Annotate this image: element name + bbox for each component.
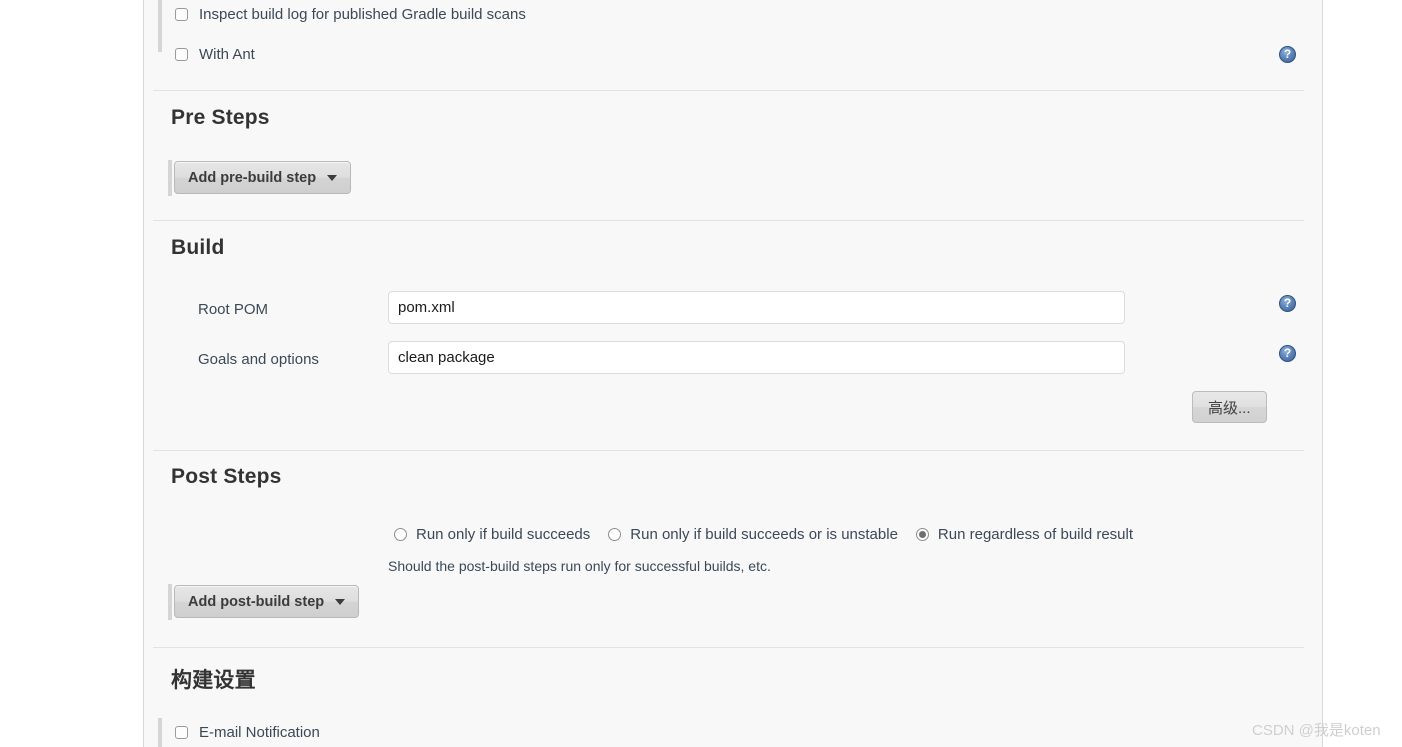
checkbox-with-ant[interactable] — [175, 48, 188, 61]
checkbox-label-gradle-scans: Inspect build log for published Gradle b… — [199, 6, 526, 23]
chevron-down-icon — [335, 598, 346, 605]
section-divider-pre-steps — [153, 90, 1304, 91]
help-icon-root-pom[interactable] — [1279, 295, 1296, 312]
section-heading-pre-steps: Pre Steps — [171, 106, 270, 129]
section-heading-build: Build — [171, 236, 225, 259]
radio-item-run-if-succeeds[interactable]: Run only if build succeeds — [394, 526, 590, 543]
block-marker-build-settings — [158, 718, 162, 747]
advanced-button-label: 高级... — [1208, 399, 1251, 417]
add-pre-build-step-button[interactable]: Add pre-build step — [174, 161, 352, 194]
field-label-root-pom: Root POM — [198, 301, 269, 318]
root-pom-input[interactable] — [388, 291, 1125, 324]
post-build-run-condition-group[interactable]: Run only if build succeeds Run only if b… — [394, 526, 1133, 543]
screenshot-root: Inspect build log for published Gradle b… — [0, 0, 1402, 747]
checkbox-row-email-notification[interactable]: E-mail Notification — [175, 724, 320, 741]
radio-label-run-if-succeeds-or-unstable: Run only if build succeeds or is unstabl… — [630, 526, 898, 543]
section-divider-build — [153, 220, 1304, 221]
add-post-build-step-label: Add post-build step — [188, 593, 325, 610]
section-heading-build-settings: 构建设置 — [171, 669, 256, 692]
watermark: CSDN @我是koten — [1252, 722, 1381, 739]
section-divider-post-steps — [153, 450, 1304, 451]
radio-label-run-if-succeeds: Run only if build succeeds — [416, 526, 591, 543]
checkbox-gradle-scans[interactable] — [175, 8, 188, 21]
section-heading-post-steps: Post Steps — [171, 465, 282, 488]
radio-run-if-succeeds[interactable] — [394, 528, 407, 541]
advanced-button[interactable]: 高级... — [1192, 391, 1267, 423]
block-marker-pre-steps — [168, 160, 172, 196]
job-config-panel: Inspect build log for published Gradle b… — [143, 0, 1323, 747]
help-icon-goals-options[interactable] — [1279, 345, 1296, 362]
help-icon-with-ant[interactable] — [1279, 46, 1296, 63]
block-marker-post-steps — [168, 584, 172, 620]
chevron-down-icon — [327, 174, 338, 181]
radio-label-run-regardless: Run regardless of build result — [937, 526, 1134, 543]
block-marker-top — [158, 0, 162, 52]
section-divider-build-settings — [153, 647, 1304, 648]
radio-item-run-if-succeeds-or-unstable[interactable]: Run only if build succeeds or is unstabl… — [608, 526, 898, 543]
radio-run-if-succeeds-or-unstable[interactable] — [608, 528, 622, 541]
add-post-build-step-button[interactable]: Add post-build step — [174, 585, 360, 618]
add-pre-build-step-label: Add pre-build step — [188, 169, 317, 186]
post-steps-help-text: Should the post-build steps run only for… — [388, 558, 771, 574]
radio-run-regardless[interactable] — [915, 528, 929, 541]
checkbox-row-with-ant[interactable]: With Ant — [175, 46, 255, 63]
radio-item-run-regardless[interactable]: Run regardless of build result — [915, 526, 1134, 543]
checkbox-label-with-ant: With Ant — [199, 46, 255, 63]
checkbox-row-gradle-scans[interactable]: Inspect build log for published Gradle b… — [175, 6, 526, 23]
checkbox-email-notification[interactable] — [175, 726, 188, 739]
goals-and-options-input[interactable] — [388, 341, 1125, 374]
field-label-goals-options: Goals and options — [198, 351, 319, 368]
checkbox-label-email-notification: E-mail Notification — [199, 724, 320, 741]
